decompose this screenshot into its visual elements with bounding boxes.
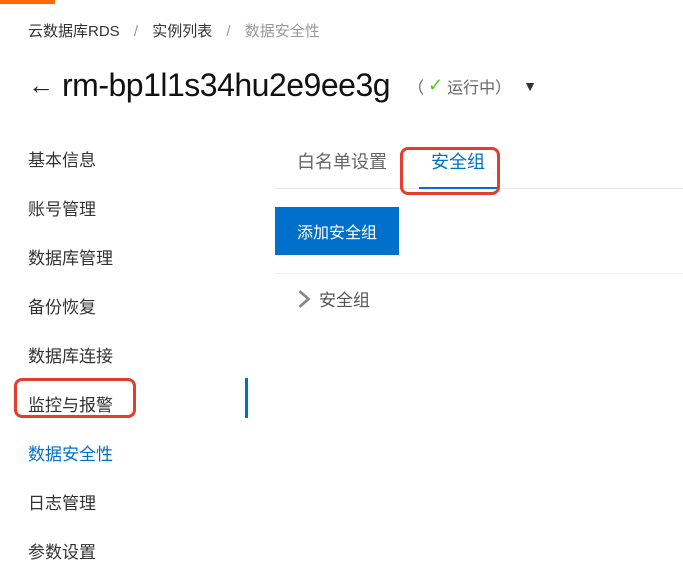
sidebar-item-label: 基本信息: [28, 151, 96, 170]
sidebar-item-params[interactable]: 参数设置: [0, 526, 245, 575]
main-content: 白名单设置 安全组 添加安全组 安全组: [245, 124, 683, 575]
brand-accent-bar: [0, 0, 55, 4]
sidebar-item-label: 数据库连接: [28, 347, 113, 366]
sidebar-item-label: 备份恢复: [28, 298, 96, 317]
add-security-group-button[interactable]: 添加安全组: [275, 207, 399, 255]
status-paren-open: （: [408, 74, 424, 98]
chevron-right-icon: [297, 290, 311, 308]
status-paren-close: ）: [495, 74, 511, 98]
sidebar-item-basic-info[interactable]: 基本信息: [0, 134, 245, 183]
breadcrumb-current: 数据安全性: [245, 23, 320, 40]
sidebar-item-label: 日志管理: [28, 494, 96, 513]
page-title-row: ← rm-bp1l1s34hu2e9ee3g （ ✓ 运行中 ） ▼: [0, 59, 683, 124]
sidebar-item-database[interactable]: 数据库管理: [0, 232, 245, 281]
breadcrumb: 云数据库RDS / 实例列表 / 数据安全性: [0, 0, 683, 59]
sidebar: 基本信息 账号管理 数据库管理 备份恢复 数据库连接 监控与报警 数据安全性 日…: [0, 124, 245, 575]
sidebar-item-label: 数据库管理: [28, 249, 113, 268]
sidebar-item-label: 参数设置: [28, 543, 96, 562]
sidebar-item-security[interactable]: 数据安全性: [0, 428, 245, 477]
sidebar-item-account[interactable]: 账号管理: [0, 183, 245, 232]
breadcrumb-root[interactable]: 云数据库RDS: [28, 23, 120, 40]
breadcrumb-separator: /: [134, 23, 138, 40]
breadcrumb-separator: /: [226, 23, 230, 40]
instance-status: （ ✓ 运行中 ） ▼: [408, 74, 537, 98]
status-text: 运行中: [447, 74, 495, 98]
sidebar-item-backup[interactable]: 备份恢复: [0, 281, 245, 330]
sidebar-active-indicator: [245, 378, 248, 418]
back-arrow-icon[interactable]: ←: [28, 70, 54, 101]
sidebar-item-label: 账号管理: [28, 200, 96, 219]
check-icon: ✓: [428, 75, 443, 96]
security-group-expand-row[interactable]: 安全组: [275, 273, 683, 323]
sidebar-item-monitor[interactable]: 监控与报警: [0, 379, 245, 428]
security-group-label: 安全组: [319, 286, 370, 311]
sidebar-item-logs[interactable]: 日志管理: [0, 477, 245, 526]
sidebar-item-connection[interactable]: 数据库连接: [0, 330, 245, 379]
sidebar-item-label: 数据安全性: [28, 445, 113, 464]
chevron-down-icon[interactable]: ▼: [523, 78, 537, 94]
tab-security-group[interactable]: 安全组: [409, 134, 507, 188]
instance-id: rm-bp1l1s34hu2e9ee3g: [62, 67, 390, 104]
sidebar-item-label: 监控与报警: [28, 396, 113, 415]
tab-whitelist[interactable]: 白名单设置: [275, 134, 409, 188]
tab-bar: 白名单设置 安全组: [275, 134, 683, 189]
breadcrumb-list[interactable]: 实例列表: [152, 23, 212, 40]
